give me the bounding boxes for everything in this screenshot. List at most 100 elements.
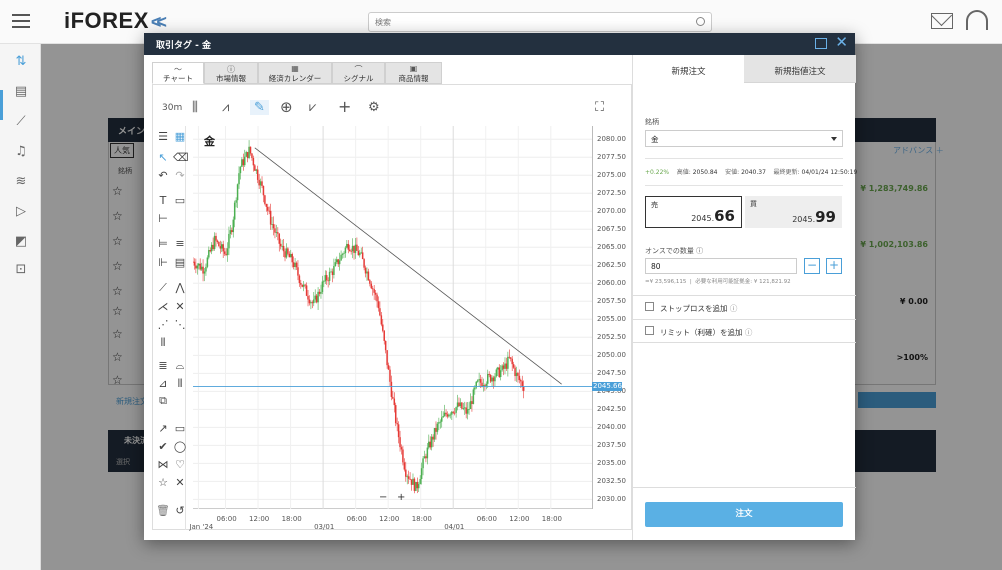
candle-body — [416, 482, 419, 489]
stoploss-label[interactable]: ストップロスを追加 ⓘ — [660, 303, 737, 314]
app-logo[interactable]: iFOREX << — [64, 8, 167, 34]
candle-body — [238, 173, 240, 185]
search-input[interactable]: 検索 — [368, 12, 712, 32]
candle-body — [440, 417, 443, 422]
news-icon[interactable]: ▤ — [12, 84, 30, 100]
settings-gear-icon[interactable]: ⚙ — [368, 100, 380, 115]
candle-body — [377, 301, 380, 309]
crosshair-icon[interactable]: + — [338, 97, 351, 116]
mail-icon[interactable] — [931, 13, 953, 29]
quantity-decrease-button[interactable]: − — [804, 258, 820, 274]
text-tool-icon[interactable]: T — [156, 194, 170, 207]
comment-icon[interactable]: ▭ — [173, 194, 187, 207]
candle-body — [387, 365, 390, 370]
fib-fan-icon[interactable]: ⊿ — [156, 377, 170, 390]
ellipse-icon[interactable]: ◯ — [173, 440, 187, 453]
candle-body — [495, 369, 498, 377]
x-shape-icon[interactable]: ✕ — [173, 476, 187, 489]
tab-new-limit-order[interactable]: 新規指値注文 — [744, 55, 856, 83]
cursor-icon[interactable]: ↖ — [156, 151, 170, 164]
buy-price-box[interactable]: 買 2045.99 — [745, 196, 842, 228]
analysis-icon[interactable]: ◩ — [12, 234, 30, 250]
vertical-range-icon[interactable]: ⊩ — [156, 256, 170, 269]
fan-icon[interactable]: ⋱ — [173, 318, 187, 331]
redo-icon[interactable]: ↷ — [173, 169, 187, 182]
candle-body — [402, 449, 404, 463]
layout-toggle-icon[interactable] — [815, 38, 827, 49]
place-order-button[interactable]: 注文 — [645, 502, 843, 527]
horizontal-lines-icon[interactable]: ≡ — [173, 237, 187, 250]
zigzag-icon[interactable]: ⋌ — [156, 300, 170, 313]
eraser-icon[interactable]: ⌫ — [173, 151, 189, 164]
trend-line-icon[interactable]: ⟋ — [156, 281, 170, 295]
candle-body — [430, 436, 433, 448]
trend-line — [254, 147, 562, 385]
tab-new-order[interactable]: 新規注文 — [633, 55, 744, 83]
star-shape-icon[interactable]: ☆ — [156, 476, 170, 489]
interval-selector[interactable]: 30m — [162, 103, 182, 113]
horizontal-range-icon[interactable]: ⊨ — [156, 237, 170, 250]
candle-body — [350, 250, 352, 252]
help-icon[interactable]: ⓘ — [696, 247, 703, 255]
add-circle-icon[interactable]: ⊕ — [280, 98, 293, 116]
zoom-in-icon[interactable]: + — [397, 492, 405, 503]
limit-label[interactable]: リミット（利確）を追加 ⓘ — [660, 327, 752, 338]
gann-icon[interactable]: ⦀ — [156, 336, 170, 350]
cross-line-icon[interactable]: ✕ — [173, 300, 187, 313]
candle-body — [472, 389, 475, 404]
tab-signals[interactable]: ⌒ シグナル — [332, 62, 385, 84]
support-headset-icon[interactable] — [966, 10, 988, 30]
compare-icon[interactable]: ⩗ — [309, 100, 316, 115]
tab-economic-calendar[interactable]: ▦ 経済カレンダー — [258, 62, 332, 84]
list-icon[interactable]: ☰ — [156, 130, 170, 143]
tab-chart[interactable]: 〜チャート — [152, 62, 204, 84]
bell-icon[interactable]: ♫ — [12, 144, 30, 160]
indicators-icon[interactable]: ⩘ — [222, 100, 229, 115]
price-tick-label: 2077.50 — [597, 153, 626, 162]
ray-icon[interactable]: ⊢ — [156, 212, 170, 225]
deposit-icon[interactable]: ⊡ — [12, 262, 30, 278]
pitchfork-icon[interactable]: ⋀ — [173, 281, 187, 294]
stoploss-checkbox[interactable] — [645, 302, 654, 311]
check-icon[interactable]: ✔ — [156, 440, 170, 453]
trade-arrows-icon[interactable]: ⇅ — [12, 54, 30, 70]
candle-body — [205, 266, 207, 272]
bowtie-icon[interactable]: ⋈ — [156, 458, 170, 471]
fib-channel-icon[interactable]: ⧉ — [156, 394, 170, 408]
trash-icon[interactable]: 🗑 — [156, 504, 170, 517]
arrow-icon[interactable]: ↗ — [156, 422, 170, 435]
sell-price-big: 66 — [714, 207, 735, 225]
fullscreen-icon[interactable]: ⛶ — [595, 100, 604, 115]
zoom-out-icon[interactable]: − — [379, 492, 387, 503]
rectangle-icon[interactable]: ▭ — [173, 422, 187, 435]
tab-market-info[interactable]: ⓘ 市場情報 — [204, 62, 258, 84]
fib-retracement-icon[interactable]: ≣ — [156, 359, 170, 372]
quantity-increase-button[interactable]: + — [826, 258, 842, 274]
table-tool-icon[interactable]: ▤ — [173, 256, 187, 269]
channel-icon[interactable]: ⋰ — [156, 318, 170, 331]
help-icon[interactable]: ⓘ — [730, 304, 738, 313]
close-icon[interactable]: ✕ — [835, 35, 848, 50]
limit-checkbox[interactable] — [645, 326, 654, 335]
candlestick-chart[interactable] — [193, 126, 592, 509]
candle-body — [213, 235, 216, 250]
candlestick-icon[interactable]: ⫼ — [192, 100, 198, 115]
reset-icon[interactable]: ↺ — [173, 504, 187, 517]
undo-icon[interactable]: ↶ — [156, 169, 170, 182]
help-icon[interactable]: ⓘ — [745, 328, 753, 337]
hamburger-menu-icon[interactable] — [12, 14, 30, 28]
heart-icon[interactable]: ♡ — [173, 458, 187, 471]
grid-icon[interactable]: ▦ — [173, 130, 187, 143]
trend-icon[interactable]: ≋ — [12, 174, 30, 190]
fib-time-icon[interactable]: ⫴ — [173, 377, 187, 391]
drawing-pencil-icon[interactable]: ✎ — [250, 100, 269, 115]
candle-body — [328, 271, 331, 281]
instrument-select[interactable]: 金 — [645, 130, 843, 147]
quantity-input[interactable]: 80 — [645, 258, 797, 274]
fib-arc-icon[interactable]: ⌓ — [173, 359, 187, 373]
candle-body — [323, 281, 325, 283]
tab-product-info[interactable]: ▣ 商品情報 — [385, 62, 442, 84]
play-icon[interactable]: ▷ — [12, 204, 30, 220]
chart-line-icon[interactable]: ⟋ — [12, 114, 30, 130]
sell-price-box[interactable]: 売 2045.66 — [645, 196, 742, 228]
